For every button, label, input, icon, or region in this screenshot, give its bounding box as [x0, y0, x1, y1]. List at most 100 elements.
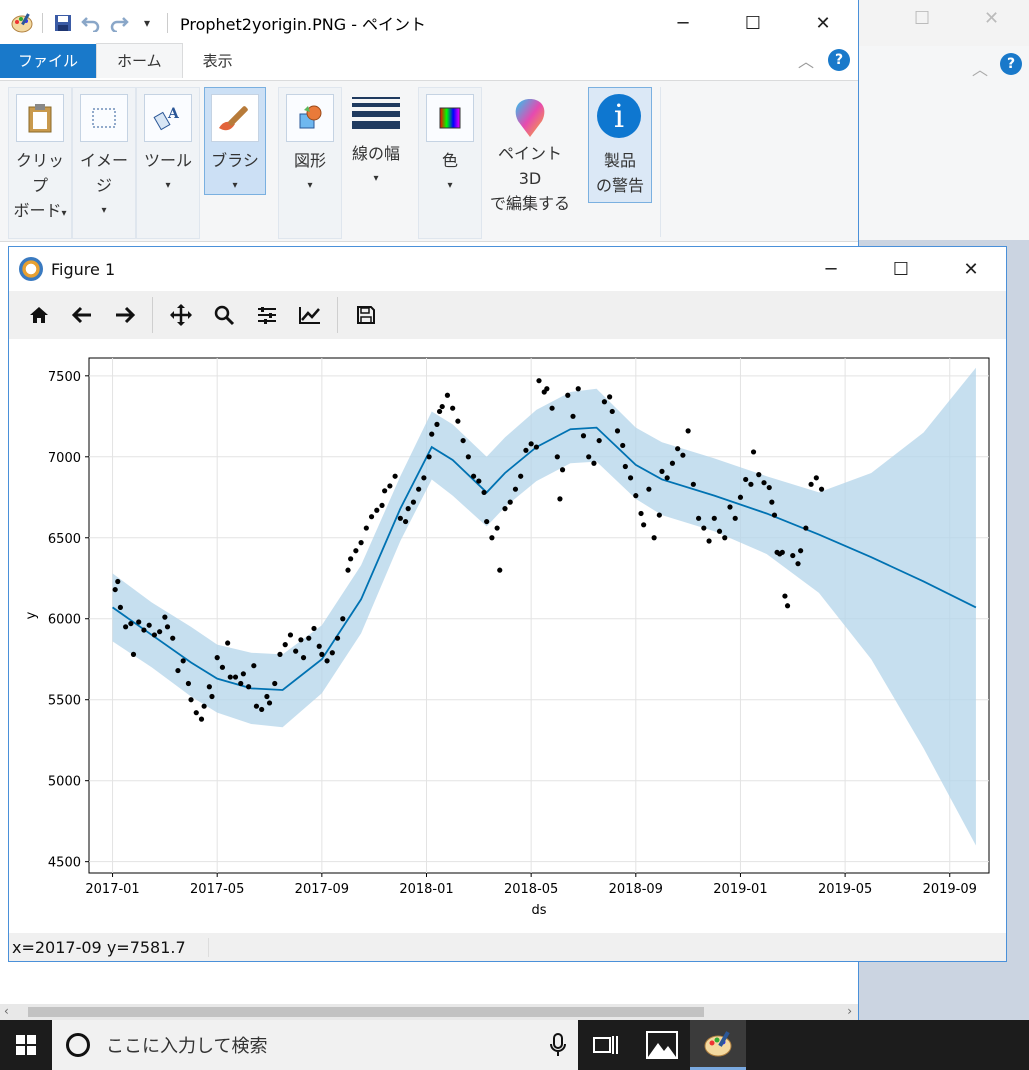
data-point: [175, 667, 181, 674]
data-point: [638, 510, 644, 517]
ribbon-shapes[interactable]: 図形 ▾: [278, 87, 342, 239]
zoom-icon[interactable]: [202, 295, 245, 335]
tab-view[interactable]: 表示: [183, 44, 253, 78]
data-point: [429, 431, 435, 437]
data-point: [214, 655, 220, 661]
scroll-thumb[interactable]: [28, 1007, 704, 1017]
data-point: [374, 507, 380, 513]
ribbon-paint3d[interactable]: ペイント 3D で編集する: [486, 87, 574, 216]
data-point: [544, 386, 550, 392]
paint-app-icon[interactable]: [8, 9, 36, 37]
data-point: [136, 619, 142, 625]
figure-minimize-icon[interactable]: ─: [796, 247, 866, 291]
data-point: [607, 394, 613, 400]
save-icon[interactable]: [49, 9, 77, 37]
tab-file[interactable]: ファイル: [0, 44, 97, 78]
taskbar: ここに入力して検索: [0, 1020, 1029, 1070]
data-point: [565, 392, 571, 398]
x-tick-label: 2018-01: [399, 882, 453, 897]
close-icon[interactable]: ✕: [788, 0, 858, 46]
data-point: [470, 473, 477, 479]
chart[interactable]: 2017-01 2017-05 2017-09 2018-01 2018-05 2018-…: [9, 339, 1006, 933]
info-icon: i: [597, 94, 641, 138]
ribbon-tools[interactable]: A ツール ▾: [136, 87, 200, 239]
matplotlib-icon: [19, 257, 43, 281]
search-input[interactable]: ここに入力して検索: [106, 1032, 538, 1058]
ribbon-image[interactable]: イメージ ▾: [72, 87, 136, 239]
task-view-icon[interactable]: [578, 1020, 634, 1070]
x-tick-label: 2019-09: [923, 882, 977, 897]
data-point: [201, 703, 207, 709]
data-point: [528, 441, 534, 447]
figure-maximize-icon[interactable]: ☐: [866, 247, 936, 291]
data-point: [232, 674, 239, 680]
data-point: [808, 481, 814, 487]
plot-area[interactable]: 2017-01 2017-05 2017-09 2018-01 2018-05 2018-…: [9, 339, 1006, 933]
brush-icon: [211, 94, 259, 142]
ribbon-divider: [660, 87, 661, 237]
data-point: [756, 472, 762, 478]
data-point: [769, 499, 775, 505]
ribbon-warning[interactable]: i 製品 の警告: [588, 87, 652, 203]
back-icon[interactable]: [60, 295, 103, 335]
data-point: [316, 643, 322, 649]
data-point: [368, 514, 375, 520]
scroll-left-icon[interactable]: ‹: [4, 1004, 9, 1018]
data-point: [557, 496, 563, 502]
horizontal-scrollbar[interactable]: ‹ ›: [0, 1004, 858, 1020]
start-button[interactable]: [0, 1020, 52, 1070]
data-point: [481, 489, 487, 496]
paint-app-taskbar-icon[interactable]: [690, 1020, 746, 1070]
pan-icon[interactable]: [159, 295, 202, 335]
save-figure-icon[interactable]: [344, 295, 387, 335]
qa-customize-icon[interactable]: ▾: [133, 9, 161, 37]
scroll-right-icon[interactable]: ›: [847, 1004, 852, 1018]
data-point: [455, 418, 461, 424]
photos-app-icon[interactable]: [634, 1020, 690, 1070]
data-point: [227, 674, 233, 680]
data-point: [790, 552, 796, 559]
maximize-icon[interactable]: ☐: [718, 0, 788, 46]
collapse-ribbon-icon[interactable]: ︿: [798, 48, 814, 72]
x-tick-label: 2019-05: [818, 882, 872, 897]
ribbon-size[interactable]: 線の幅 ▾: [348, 93, 404, 184]
data-point: [348, 556, 354, 562]
microphone-icon[interactable]: [538, 1033, 578, 1057]
figure-toolbar: [9, 291, 1006, 339]
x-tick-label: 2017-01: [85, 882, 139, 897]
configure-icon[interactable]: [245, 295, 288, 335]
data-point: [497, 567, 503, 573]
tab-home[interactable]: ホーム: [96, 43, 183, 78]
image-label: イメージ: [79, 151, 128, 195]
window-title: Prophet2yorigin.PNG - ペイント: [180, 15, 427, 34]
home-icon[interactable]: [17, 295, 60, 335]
data-point: [293, 648, 299, 654]
figure-window: Figure 1 ─ ☐ ✕ 2017-01 2017-05 2017-09 2…: [8, 246, 1007, 962]
edit-axes-icon[interactable]: [288, 295, 331, 335]
data-point: [402, 518, 409, 525]
data-point: [641, 522, 647, 528]
data-point: [596, 437, 602, 444]
ribbon-clipboard[interactable]: クリップ ボード▾: [8, 87, 72, 239]
data-point: [659, 468, 665, 474]
data-point: [382, 488, 388, 494]
figure-close-icon[interactable]: ✕: [936, 247, 1006, 291]
cursor-coordinates: x=2017-09 y=7581.7: [9, 937, 209, 957]
warning-label-2: の警告: [595, 176, 644, 195]
data-point: [151, 632, 158, 638]
ribbon-colors[interactable]: 色 ▾: [418, 87, 482, 239]
data-point: [300, 655, 307, 661]
data-point: [737, 494, 744, 500]
cortana-icon[interactable]: [66, 1033, 90, 1057]
size-label: 線の幅: [351, 144, 400, 163]
redo-icon[interactable]: [105, 9, 133, 37]
minimize-icon[interactable]: ─: [648, 0, 718, 46]
taskbar-search[interactable]: ここに入力して検索: [52, 1020, 578, 1070]
data-point: [601, 399, 608, 405]
forward-icon[interactable]: [103, 295, 146, 335]
data-point: [711, 515, 717, 521]
data-point: [128, 620, 134, 627]
help-icon[interactable]: ?: [828, 49, 850, 71]
undo-icon[interactable]: [77, 9, 105, 37]
ribbon-brush[interactable]: ブラシ ▾: [204, 87, 266, 195]
